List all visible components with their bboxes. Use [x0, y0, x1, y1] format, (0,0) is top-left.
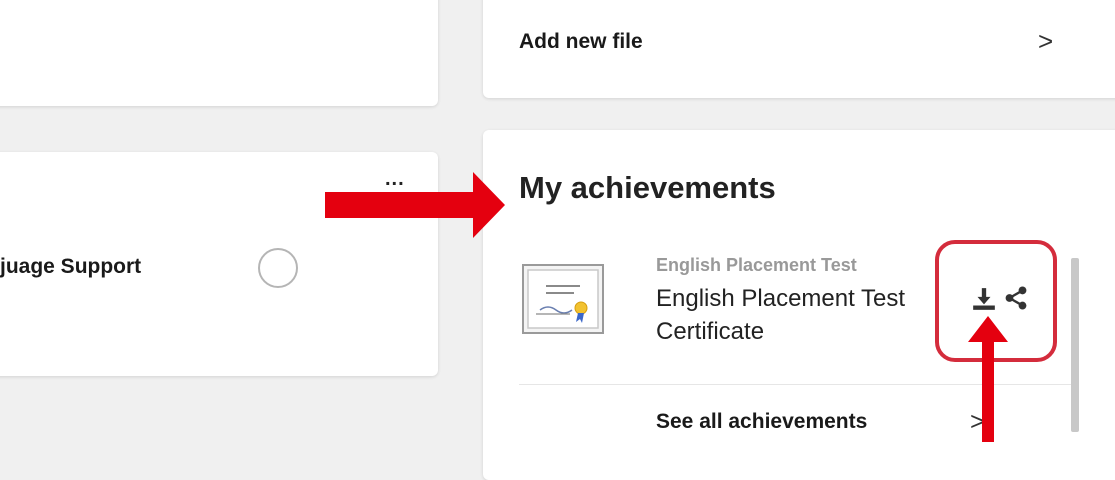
achievement-name[interactable]: English Placement Test Certificate [656, 282, 916, 348]
share-icon[interactable] [1003, 285, 1029, 311]
arrow-right-icon [325, 172, 505, 238]
scrollbar[interactable] [1071, 258, 1079, 432]
add-new-file-card[interactable]: Add new file > [483, 0, 1115, 98]
chevron-right-icon[interactable]: > [1038, 26, 1053, 57]
arrow-up-icon [968, 316, 1008, 442]
download-icon[interactable] [971, 286, 997, 312]
add-new-file-label[interactable]: Add new file [519, 30, 643, 54]
top-left-card [0, 0, 438, 106]
achievements-card: My achievements English Placement Test E… [483, 130, 1115, 480]
achievements-title: My achievements [519, 170, 776, 205]
certificate-thumbnail-icon[interactable] [522, 264, 604, 334]
language-support-label: juage Support [0, 255, 142, 278]
completion-radio[interactable] [258, 248, 298, 288]
achievement-course-name: English Placement Test [656, 255, 857, 275]
see-all-achievements-link[interactable]: See all achievements [656, 410, 867, 434]
